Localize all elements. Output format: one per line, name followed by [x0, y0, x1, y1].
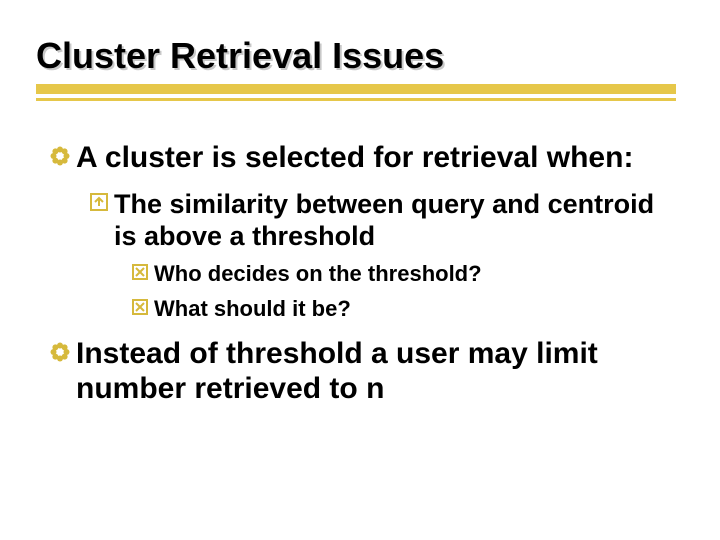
flower-bullet-icon: [50, 146, 70, 166]
flower-bullet-icon: [50, 342, 70, 362]
bullet-text: The similarity between query and centroi…: [114, 189, 670, 253]
bullet-text: A cluster is selected for retrieval when…: [76, 140, 633, 175]
slide: Cluster Retrieval Issues A cluster is se…: [0, 0, 720, 540]
bullet-text: Who decides on the threshold?: [154, 261, 482, 287]
bullet-level1: Instead of threshold a user may limit nu…: [50, 336, 670, 407]
bullet-text: Instead of threshold a user may limit nu…: [76, 336, 670, 407]
bullet-level3: Who decides on the threshold?: [132, 261, 670, 287]
title-underline: [36, 84, 676, 102]
bullet-level1: A cluster is selected for retrieval when…: [50, 140, 670, 175]
box-x-icon: [132, 299, 148, 315]
box-arrow-up-icon: [90, 193, 108, 211]
bullet-level3: What should it be?: [132, 296, 670, 322]
bullet-text: What should it be?: [154, 296, 351, 322]
slide-title: Cluster Retrieval Issues: [36, 36, 684, 76]
bullet-level2: The similarity between query and centroi…: [90, 189, 670, 253]
slide-title-block: Cluster Retrieval Issues: [36, 36, 684, 76]
box-x-icon: [132, 264, 148, 280]
slide-body: A cluster is selected for retrieval when…: [50, 140, 670, 413]
